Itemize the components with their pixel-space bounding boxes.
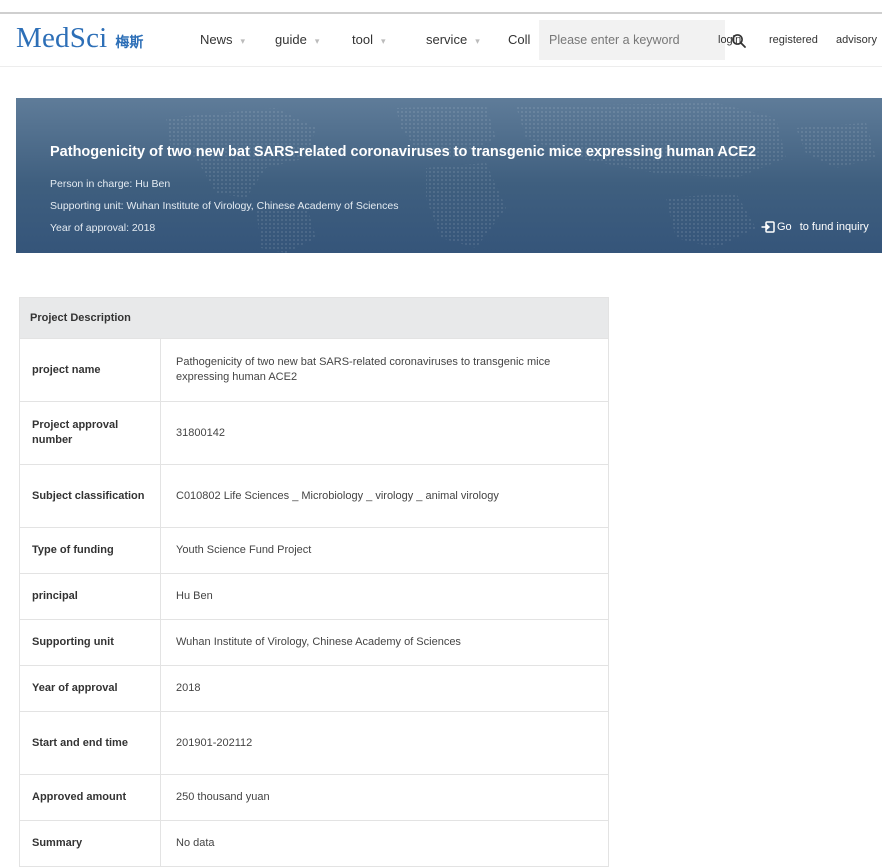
advisory-link[interactable]: advisory [836, 34, 877, 46]
project-title: Pathogenicity of two new bat SARS-relate… [50, 144, 757, 160]
table-row: Start and end time 201901-202112 [19, 711, 609, 775]
nav-service[interactable]: service ▾ [426, 32, 480, 47]
logo-text: MedSci [16, 22, 108, 54]
nav-news[interactable]: News ▾ [200, 32, 245, 47]
register-link[interactable]: registered [769, 34, 818, 46]
fund-inquiry-label: to fund inquiry [799, 221, 869, 233]
row-label: project name [19, 338, 161, 402]
person-in-charge: Person in charge: Hu Ben [50, 178, 171, 190]
row-value: 250 thousand yuan [160, 774, 609, 821]
chevron-down-icon: ▾ [380, 36, 386, 46]
approval-year: Year of approval: 2018 [50, 222, 156, 234]
row-value: 2018 [160, 665, 609, 712]
table-row: Approved amount 250 thousand yuan [19, 774, 609, 821]
row-label: Project approval number [19, 401, 161, 465]
row-value: Youth Science Fund Project [160, 527, 609, 574]
nav-coll[interactable]: Coll [508, 32, 530, 47]
search-input[interactable] [539, 20, 725, 60]
table-row: Project approval number 31800142 [19, 401, 609, 465]
row-value: Wuhan Institute of Virology, Chinese Aca… [160, 619, 609, 666]
row-value: 31800142 [160, 401, 609, 465]
table-row: project name Pathogenicity of two new ba… [19, 338, 609, 402]
chevron-down-icon: ▾ [240, 36, 246, 46]
row-label: Subject classification [19, 464, 161, 528]
row-value: C010802 Life Sciences _ Microbiology _ v… [160, 464, 609, 528]
search-icon[interactable] [731, 33, 747, 49]
project-description-table: Project Description project name Pathoge… [19, 297, 609, 867]
nav-label: News [200, 32, 233, 47]
table-row: Type of funding Youth Science Fund Proje… [19, 527, 609, 574]
row-label: Year of approval [19, 665, 161, 712]
table-header-row: Project Description [19, 297, 609, 339]
chevron-down-icon: ▾ [314, 36, 320, 46]
nav-label: tool [352, 32, 373, 47]
logo-cn-text: 梅斯 [115, 35, 144, 51]
row-label: Approved amount [19, 774, 161, 821]
table-row: Subject classification C010802 Life Scie… [19, 464, 609, 528]
enter-icon [761, 221, 775, 233]
row-label: Summary [19, 820, 161, 867]
nav-label: Coll [508, 32, 531, 47]
row-value: No data [160, 820, 609, 867]
nav-label: guide [275, 32, 307, 47]
table-row: Year of approval 2018 [19, 665, 609, 712]
chevron-down-icon: ▾ [475, 36, 480, 46]
table-row: Summary No data [19, 820, 609, 867]
fund-go-label: Go [777, 221, 792, 233]
medsci-logo[interactable]: MedSci 梅斯 [16, 22, 143, 58]
row-label: Supporting unit [19, 619, 161, 666]
table-row: Supporting unit Wuhan Institute of Virol… [19, 619, 609, 666]
nav-guide[interactable]: guide ▾ [275, 32, 319, 47]
row-label: Start and end time [19, 711, 161, 775]
site-header: MedSci 梅斯 News ▾ guide ▾ tool ▾ service ▾ Co… [0, 14, 882, 67]
nav-label: service [426, 32, 468, 47]
row-value: Hu Ben [160, 573, 609, 620]
supporting-unit: Supporting unit: Wuhan Institute of Viro… [50, 200, 399, 212]
row-label: principal [19, 573, 161, 620]
table-row: principal Hu Ben [19, 573, 609, 620]
fund-inquiry-link[interactable]: Go to fund inquiry [761, 221, 869, 233]
nav-tool[interactable]: tool ▾ [352, 32, 386, 47]
row-label: Type of funding [19, 527, 161, 574]
project-banner: Pathogenicity of two new bat SARS-relate… [16, 98, 882, 253]
row-value: 201901-202112 [160, 711, 609, 775]
row-value: Pathogenicity of two new bat SARS-relate… [160, 338, 609, 402]
table-header: Project Description [19, 297, 609, 339]
